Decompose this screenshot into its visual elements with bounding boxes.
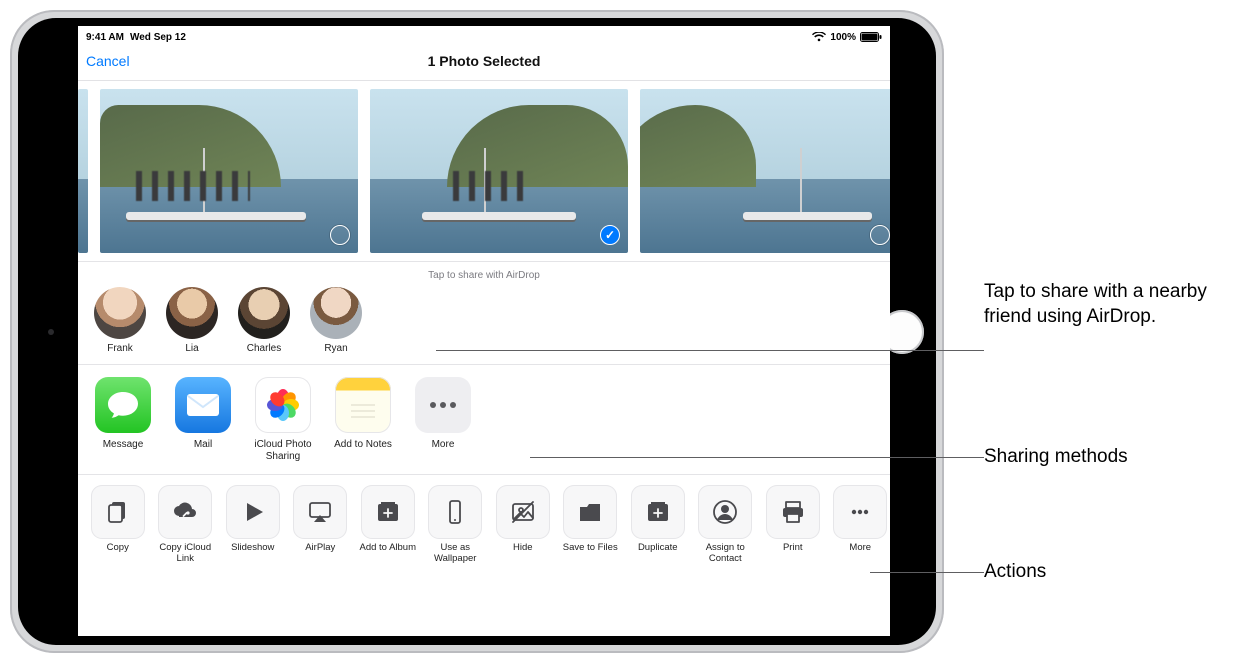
contact-name-label: Frank [107,343,133,354]
selection-checked-icon[interactable] [600,225,620,245]
hide-icon [496,485,550,539]
screen-content: 9:41 AM Wed Sep 12 100% Cancel 1 Photo S… [78,26,890,636]
action-label: Print [783,543,803,565]
nav-bar: Cancel 1 Photo Selected [78,46,890,81]
share-app-icloud-photo-sharing[interactable]: iCloud Photo Sharing [252,377,314,462]
print-icon [766,485,820,539]
front-camera-dot [48,329,54,335]
airdrop-contact[interactable]: Frank [92,287,148,354]
action-label: Copy [107,543,129,565]
action-label: Duplicate [638,543,678,565]
action-label: Save to Files [563,543,618,565]
airdrop-contact[interactable]: Lia [164,287,220,354]
photo-thumbnail[interactable] [370,89,628,253]
play-icon [226,485,280,539]
action-wallpaper[interactable]: Use as Wallpaper [426,485,486,565]
photo-thumbnail[interactable] [100,89,358,253]
share-app-label: iCloud Photo Sharing [252,439,314,462]
action-hide[interactable]: Hide [493,485,553,565]
status-date: Wed Sep 12 [130,32,186,43]
photo-thumbnail[interactable] [640,89,890,253]
battery-icon [860,32,882,42]
action-more-dots[interactable]: More [831,485,891,565]
share-app-more[interactable]: More [412,377,474,462]
airdrop-contacts-row: Frank Lia Charles Ryan [86,287,882,354]
action-label: Slideshow [231,543,274,565]
status-bar: 9:41 AM Wed Sep 12 100% [78,26,890,46]
airdrop-hint-label: Tap to share with AirDrop [86,266,882,287]
callout-airdrop: Tap to share with a nearby friend using … [984,280,1250,329]
copy-icon [91,485,145,539]
page-title: 1 Photo Selected [78,53,890,69]
action-add-album[interactable]: Add to Album [358,485,418,565]
action-print[interactable]: Print [763,485,823,565]
action-label: Hide [513,543,533,565]
actions-section: Copy Copy iCloud Link Slideshow AirPlay Add … [78,475,890,636]
share-app-label: Message [103,439,144,461]
action-duplicate[interactable]: Duplicate [628,485,688,565]
avatar [238,287,290,339]
contact-name-label: Charles [247,343,281,354]
save-files-icon [563,485,617,539]
photo-thumbnail[interactable] [78,89,88,253]
share-app-add-to-notes[interactable]: Add to Notes [332,377,394,462]
avatar [94,287,146,339]
action-assign-contact[interactable]: Assign to Contact [696,485,756,565]
airplay-icon [293,485,347,539]
share-app-label: Add to Notes [334,439,392,461]
more-dots-icon [833,485,887,539]
callout-share-apps: Sharing methods [984,445,1128,470]
action-label: Assign to Contact [696,543,756,565]
duplicate-icon [631,485,685,539]
callout-actions: Actions [984,560,1046,585]
share-apps-section: Message Mail [78,365,890,475]
action-label: More [849,543,871,565]
action-label: Add to Album [359,543,416,565]
selection-unchecked-icon[interactable] [870,225,890,245]
notes-icon [335,377,391,433]
avatar [166,287,218,339]
add-album-icon [361,485,415,539]
selection-unchecked-icon[interactable] [330,225,350,245]
action-copy[interactable]: Copy [88,485,148,565]
assign-contact-icon [698,485,752,539]
airdrop-contact[interactable]: Ryan [308,287,364,354]
share-app-mail[interactable]: Mail [172,377,234,462]
photos-icon [255,377,311,433]
contact-name-label: Ryan [324,343,347,354]
contact-name-label: Lia [185,343,198,354]
action-save-files[interactable]: Save to Files [561,485,621,565]
cancel-button[interactable]: Cancel [82,53,130,69]
action-label: Copy iCloud Link [156,543,216,565]
action-label: AirPlay [305,543,335,565]
wifi-icon [812,32,826,42]
share-app-label: More [432,439,455,461]
airdrop-contact[interactable]: Charles [236,287,292,354]
more-icon [415,377,471,433]
airdrop-section: Tap to share with AirDrop Frank Lia Char… [78,262,890,365]
message-icon [95,377,151,433]
action-label: Use as Wallpaper [426,543,486,565]
share-app-message[interactable]: Message [92,377,154,462]
share-app-label: Mail [194,439,212,461]
photo-strip[interactable] [78,81,890,262]
cloud-link-icon [158,485,212,539]
mail-icon [175,377,231,433]
action-airplay[interactable]: AirPlay [291,485,351,565]
status-time: 9:41 AM [86,32,124,43]
battery-percent: 100% [830,32,856,43]
wallpaper-icon [428,485,482,539]
action-cloud-link[interactable]: Copy iCloud Link [156,485,216,565]
action-play[interactable]: Slideshow [223,485,283,565]
ipad-frame: 9:41 AM Wed Sep 12 100% Cancel 1 Photo S… [10,10,944,653]
avatar [310,287,362,339]
